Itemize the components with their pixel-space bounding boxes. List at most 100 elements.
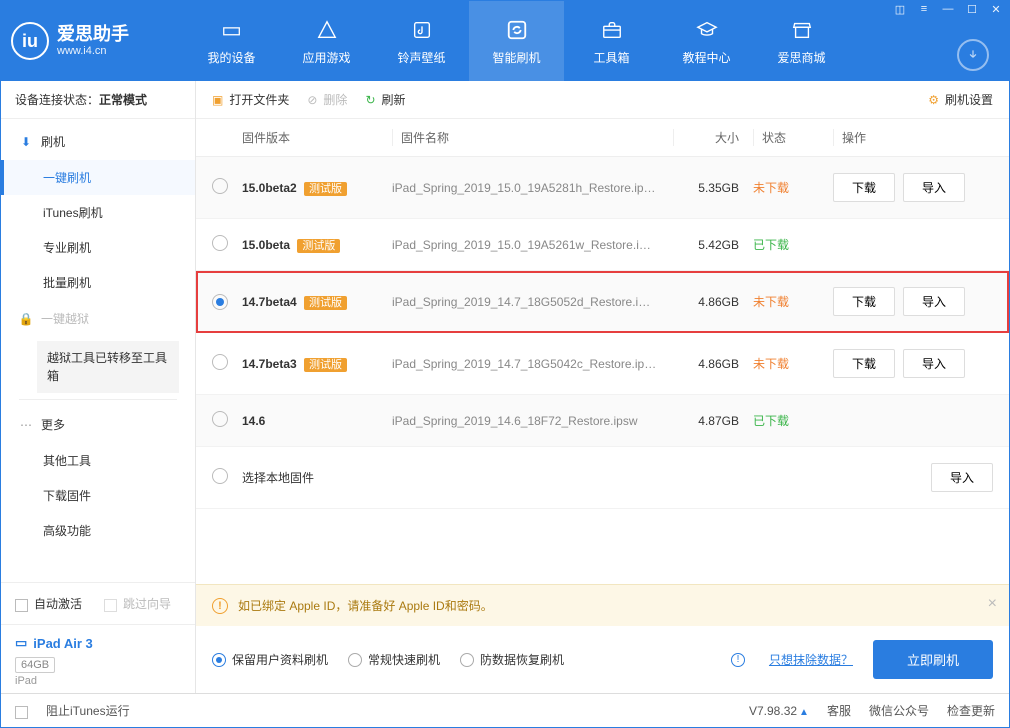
- version-label[interactable]: V7.98.32▲: [749, 704, 809, 718]
- firmware-list: 15.0beta2 测试版iPad_Spring_2019_15.0_19A52…: [196, 157, 1009, 447]
- sidebar-other-tools[interactable]: 其他工具: [1, 443, 195, 478]
- menu-icon[interactable]: ≡: [917, 3, 931, 16]
- import-button[interactable]: 导入: [903, 173, 965, 202]
- sidebar-more[interactable]: ⋯更多: [1, 406, 195, 443]
- warning-icon: !: [212, 598, 228, 614]
- nav-toolbox[interactable]: 工具箱: [564, 1, 659, 81]
- download-indicator[interactable]: [957, 39, 989, 71]
- more-icon: ⋯: [19, 418, 33, 432]
- radio-keep[interactable]: [212, 653, 226, 667]
- firmware-filename: iPad_Spring_2019_14.7_18G5042c_Restore.i…: [392, 357, 673, 371]
- firmware-radio[interactable]: [212, 411, 228, 427]
- info-icon: !: [731, 653, 745, 667]
- download-button[interactable]: 下载: [833, 349, 895, 378]
- toolbox-icon: [601, 17, 623, 43]
- sidebar-pro-flash[interactable]: 专业刷机: [1, 230, 195, 265]
- apple-id-notice: ! 如已绑定 Apple ID，请准备好 Apple ID和密码。 ×: [196, 584, 1009, 626]
- firmware-status: 未下载: [753, 293, 833, 310]
- connection-status: 设备连接状态：正常模式: [1, 81, 195, 119]
- flash-icon: ⬇: [19, 135, 33, 149]
- sidebar-oneclick-flash[interactable]: 一键刷机: [1, 160, 195, 195]
- delete-button[interactable]: ⊘删除: [307, 91, 347, 108]
- apps-icon: [316, 17, 338, 43]
- open-folder-button[interactable]: ▣打开文件夹: [212, 91, 289, 108]
- sidebar-itunes-flash[interactable]: iTunes刷机: [1, 195, 195, 230]
- firmware-radio[interactable]: [212, 294, 228, 310]
- firmware-version: 15.0beta: [242, 238, 290, 252]
- device-name[interactable]: ▭iPad Air 3: [15, 635, 181, 651]
- sidebar: 设备连接状态：正常模式 ⬇刷机 一键刷机 iTunes刷机 专业刷机 批量刷机 …: [1, 81, 196, 693]
- erase-link[interactable]: 只想抹除数据？: [769, 651, 853, 668]
- radio-normal[interactable]: [348, 653, 362, 667]
- refresh-icon: ↻: [365, 93, 375, 107]
- flash-options: 保留用户资料刷机 常规快速刷机 防数据恢复刷机 ! 只想抹除数据？ 立即刷机: [196, 626, 1009, 693]
- th-version: 固件版本: [242, 129, 392, 146]
- firmware-radio[interactable]: [212, 235, 228, 251]
- beta-badge: 测试版: [304, 296, 347, 310]
- service-link[interactable]: 客服: [827, 702, 851, 719]
- firmware-row[interactable]: 14.6iPad_Spring_2019_14.6_18F72_Restore.…: [196, 395, 1009, 447]
- flash-settings-button[interactable]: ⚙刷机设置: [928, 91, 993, 108]
- import-button[interactable]: 导入: [903, 287, 965, 316]
- firmware-radio[interactable]: [212, 354, 228, 370]
- sidebar-batch-flash[interactable]: 批量刷机: [1, 265, 195, 300]
- firmware-radio[interactable]: [212, 178, 228, 194]
- firmware-status: 已下载: [753, 236, 833, 253]
- sidebar-jailbreak: 🔒一键越狱: [1, 300, 195, 337]
- music-icon: [411, 17, 433, 43]
- firmware-status: 未下载: [753, 179, 833, 196]
- opt-keep-data[interactable]: 保留用户资料刷机: [212, 651, 328, 668]
- sidebar-advanced[interactable]: 高级功能: [1, 513, 195, 548]
- firmware-filename: iPad_Spring_2019_15.0_19A5261w_Restore.i…: [392, 238, 673, 252]
- nav-flash[interactable]: 智能刷机: [469, 1, 564, 81]
- firmware-size: 4.86GB: [673, 357, 753, 371]
- minimize-button[interactable]: —: [941, 3, 955, 16]
- table-header: 固件版本 固件名称 大小 状态 操作: [196, 119, 1009, 157]
- th-size: 大小: [673, 129, 753, 146]
- wechat-link[interactable]: 微信公众号: [869, 702, 929, 719]
- status-bar: 阻止iTunes运行 V7.98.32▲ 客服 微信公众号 检查更新: [1, 693, 1009, 727]
- beta-badge: 测试版: [304, 182, 347, 196]
- brand-subtitle: www.i4.cn: [57, 45, 129, 58]
- tshirt-icon[interactable]: ◫: [893, 3, 907, 16]
- radio-local[interactable]: [212, 468, 228, 484]
- import-local-button[interactable]: 导入: [931, 463, 993, 492]
- firmware-row[interactable]: 15.0beta2 测试版iPad_Spring_2019_15.0_19A52…: [196, 157, 1009, 219]
- update-link[interactable]: 检查更新: [947, 702, 995, 719]
- nav-ringtones[interactable]: 铃声壁纸: [374, 1, 469, 81]
- refresh-button[interactable]: ↻刷新: [365, 91, 405, 108]
- firmware-row[interactable]: 14.7beta4 测试版iPad_Spring_2019_14.7_18G50…: [196, 271, 1009, 333]
- main-panel: ▣打开文件夹 ⊘删除 ↻刷新 ⚙刷机设置 固件版本 固件名称 大小 状态 操作 …: [196, 81, 1009, 693]
- radio-anti[interactable]: [460, 653, 474, 667]
- nav-store[interactable]: 爱思商城: [754, 1, 849, 81]
- close-notice-button[interactable]: ×: [988, 595, 997, 613]
- skip-guide-checkbox[interactable]: [104, 599, 117, 612]
- auto-activate-checkbox[interactable]: [15, 599, 28, 612]
- flash-now-button[interactable]: 立即刷机: [873, 640, 993, 679]
- close-button[interactable]: ✕: [989, 3, 1003, 16]
- download-button[interactable]: 下载: [833, 287, 895, 316]
- firmware-version: 14.7beta4: [242, 295, 297, 309]
- chevron-up-icon: ▲: [799, 707, 809, 718]
- th-action: 操作: [833, 129, 993, 146]
- brand-title: 爱思助手: [57, 24, 129, 46]
- sidebar-flash[interactable]: ⬇刷机: [1, 123, 195, 160]
- device-type: iPad: [15, 675, 181, 687]
- firmware-version: 14.6: [242, 414, 265, 428]
- nav-apps[interactable]: 应用游戏: [279, 1, 374, 81]
- nav-tutorials[interactable]: 教程中心: [659, 1, 754, 81]
- firmware-status: 未下载: [753, 355, 833, 372]
- local-firmware-row[interactable]: 选择本地固件 导入: [196, 447, 1009, 509]
- nav-my-device[interactable]: ▭我的设备: [184, 1, 279, 81]
- firmware-row[interactable]: 15.0beta 测试版iPad_Spring_2019_15.0_19A526…: [196, 219, 1009, 271]
- brand-logo: iu 爱思助手 www.i4.cn: [11, 22, 176, 60]
- firmware-row[interactable]: 14.7beta3 测试版iPad_Spring_2019_14.7_18G50…: [196, 333, 1009, 395]
- maximize-button[interactable]: ☐: [965, 3, 979, 16]
- opt-antirecover[interactable]: 防数据恢复刷机: [460, 651, 564, 668]
- sidebar-download-fw[interactable]: 下载固件: [1, 478, 195, 513]
- block-itunes-checkbox[interactable]: [15, 706, 28, 719]
- opt-normal[interactable]: 常规快速刷机: [348, 651, 440, 668]
- import-button[interactable]: 导入: [903, 349, 965, 378]
- app-header: iu 爱思助手 www.i4.cn ▭我的设备 应用游戏 铃声壁纸 智能刷机 工…: [1, 1, 1009, 81]
- download-button[interactable]: 下载: [833, 173, 895, 202]
